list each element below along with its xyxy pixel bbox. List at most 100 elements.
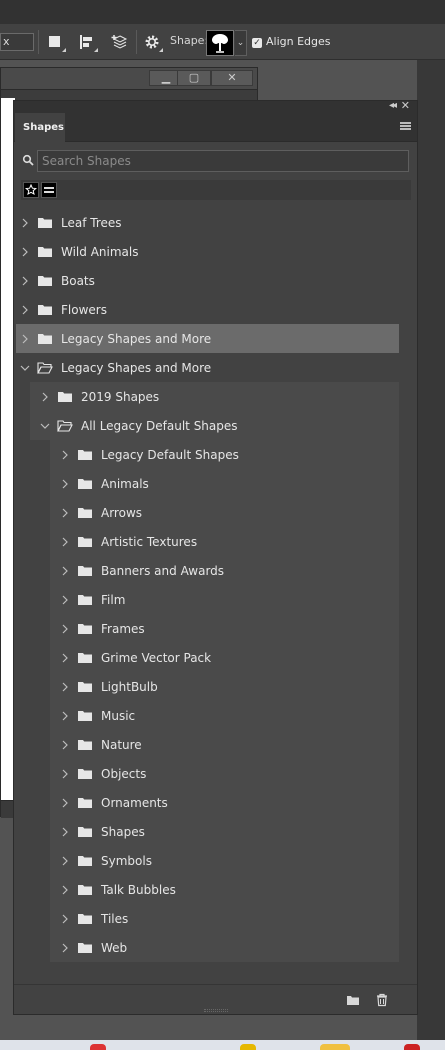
align-edges-checkbox[interactable]: ✓ <box>252 38 262 48</box>
chevron-right-icon[interactable] <box>20 333 30 345</box>
options-bar: x Shape: ⌄ ✓ Align Edges <box>0 24 445 60</box>
chevron-right-icon[interactable] <box>40 391 50 403</box>
taskbar-app-icon[interactable] <box>320 1044 350 1050</box>
tree-row[interactable]: Animals <box>50 469 399 498</box>
folder-icon <box>37 217 53 229</box>
chevron-right-icon[interactable] <box>60 681 70 693</box>
chevron-right-icon[interactable] <box>60 623 70 635</box>
chevron-right-icon[interactable] <box>60 710 70 722</box>
chevron-right-icon[interactable] <box>60 797 70 809</box>
chevron-right-icon[interactable] <box>60 478 70 490</box>
tree-row[interactable]: Leaf Trees <box>16 208 399 237</box>
tree-row[interactable]: Nature <box>50 730 399 759</box>
path-operations-icon[interactable] <box>44 32 66 52</box>
tree-row-label: Leaf Trees <box>61 215 122 230</box>
tree-row[interactable]: 2019 Shapes <box>30 382 399 411</box>
chevron-right-icon[interactable] <box>60 594 70 606</box>
resize-grip[interactable] <box>204 1009 228 1012</box>
tab-shapes[interactable]: Shapes <box>15 113 65 143</box>
tree-row[interactable]: Symbols <box>50 846 399 875</box>
tree-row-label: Banners and Awards <box>101 563 225 578</box>
tree-row-label: Ornaments <box>101 795 168 810</box>
separator <box>38 30 39 54</box>
partial-input-field[interactable]: x <box>0 33 34 51</box>
tree-row[interactable]: Legacy Shapes and More <box>16 353 399 382</box>
folder-icon <box>37 275 53 287</box>
taskbar-app-icon[interactable] <box>404 1044 420 1050</box>
chevron-right-icon[interactable] <box>60 449 70 461</box>
chevron-right-icon[interactable] <box>20 275 30 287</box>
shape-picker-dropdown-icon[interactable]: ⌄ <box>235 30 247 56</box>
tree-row[interactable]: Talk Bubbles <box>50 875 399 904</box>
tree-row[interactable]: Banners and Awards <box>50 556 399 585</box>
chevron-right-icon[interactable] <box>60 768 70 780</box>
tree-row[interactable]: Boats <box>16 266 399 295</box>
folder-icon <box>77 565 93 577</box>
chevron-right-icon[interactable] <box>20 246 30 258</box>
chevron-down-icon[interactable] <box>20 362 30 374</box>
search-icon <box>22 154 34 166</box>
folder-icon <box>37 333 53 345</box>
tree-row[interactable]: All Legacy Default Shapes <box>30 411 399 440</box>
banner-shape-icon[interactable] <box>41 182 57 198</box>
tree-row[interactable]: Artistic Textures <box>50 527 399 556</box>
new-group-folder-icon[interactable] <box>346 993 360 1007</box>
panel-menu-icon[interactable] <box>400 122 411 130</box>
tree-row-label: Boats <box>61 273 95 288</box>
restore-button[interactable]: ▢ <box>177 70 211 86</box>
chevron-right-icon[interactable] <box>60 565 70 577</box>
chevron-right-icon[interactable] <box>60 913 70 925</box>
tree-row[interactable]: Web <box>50 933 399 962</box>
taskbar-app-icon[interactable] <box>240 1044 256 1050</box>
chevron-down-icon[interactable] <box>40 420 50 432</box>
tree-row[interactable]: Film <box>50 585 399 614</box>
tree-row[interactable]: Grime Vector Pack <box>50 643 399 672</box>
tree-row[interactable]: Flowers <box>16 295 399 324</box>
tree-row[interactable]: Frames <box>50 614 399 643</box>
collapse-panel-icon[interactable]: ◂◂ <box>389 100 397 111</box>
chevron-right-icon[interactable] <box>20 304 30 316</box>
chevron-right-icon[interactable] <box>60 884 70 896</box>
tree-row[interactable]: Wild Animals <box>16 237 399 266</box>
close-panel-icon[interactable]: ✕ <box>401 99 410 112</box>
tree-row[interactable]: Tiles <box>50 904 399 933</box>
tree-row[interactable]: Objects <box>50 759 399 788</box>
os-taskbar <box>0 1040 445 1050</box>
folder-icon <box>77 710 93 722</box>
folder-open-icon <box>57 419 73 432</box>
tree-row[interactable]: Legacy Default Shapes <box>50 440 399 469</box>
star-shape-icon[interactable] <box>23 182 39 198</box>
chevron-right-icon[interactable] <box>60 652 70 664</box>
shape-label: Shape: <box>170 34 209 47</box>
tree-row[interactable]: Arrows <box>50 498 399 527</box>
tree-row[interactable]: LightBulb <box>50 672 399 701</box>
chevron-right-icon[interactable] <box>60 942 70 954</box>
folder-icon <box>77 942 93 954</box>
tree-row[interactable]: Legacy Shapes and More <box>16 324 399 353</box>
gear-icon[interactable] <box>141 32 163 52</box>
chevron-right-icon[interactable] <box>20 217 30 229</box>
tree-row-label: Flowers <box>61 302 107 317</box>
chevron-right-icon[interactable] <box>60 507 70 519</box>
tree-row-label: 2019 Shapes <box>81 389 160 404</box>
tree-row[interactable]: Shapes <box>50 817 399 846</box>
shape-group-list: Leaf Trees Wild Animals Boats Flowers Legacy… <box>16 208 399 962</box>
path-alignment-icon[interactable] <box>76 32 98 52</box>
shape-preview-swatch[interactable] <box>206 30 234 56</box>
chevron-right-icon[interactable] <box>60 826 70 838</box>
tree-row-label: Legacy Default Shapes <box>101 447 239 462</box>
taskbar-app-icon[interactable] <box>90 1044 106 1050</box>
tree-row[interactable]: Ornaments <box>50 788 399 817</box>
chevron-right-icon[interactable] <box>60 536 70 548</box>
path-arrangement-icon[interactable] <box>108 32 130 52</box>
chevron-right-icon[interactable] <box>60 739 70 751</box>
tree-row-label: Talk Bubbles <box>101 882 176 897</box>
close-button[interactable]: ✕ <box>211 70 253 86</box>
tree-row[interactable]: Music <box>50 701 399 730</box>
folder-icon <box>77 884 93 896</box>
trash-icon[interactable] <box>375 993 389 1007</box>
chevron-right-icon[interactable] <box>60 855 70 867</box>
search-input[interactable] <box>37 150 409 172</box>
folder-icon <box>77 681 93 693</box>
folder-icon <box>77 739 93 751</box>
